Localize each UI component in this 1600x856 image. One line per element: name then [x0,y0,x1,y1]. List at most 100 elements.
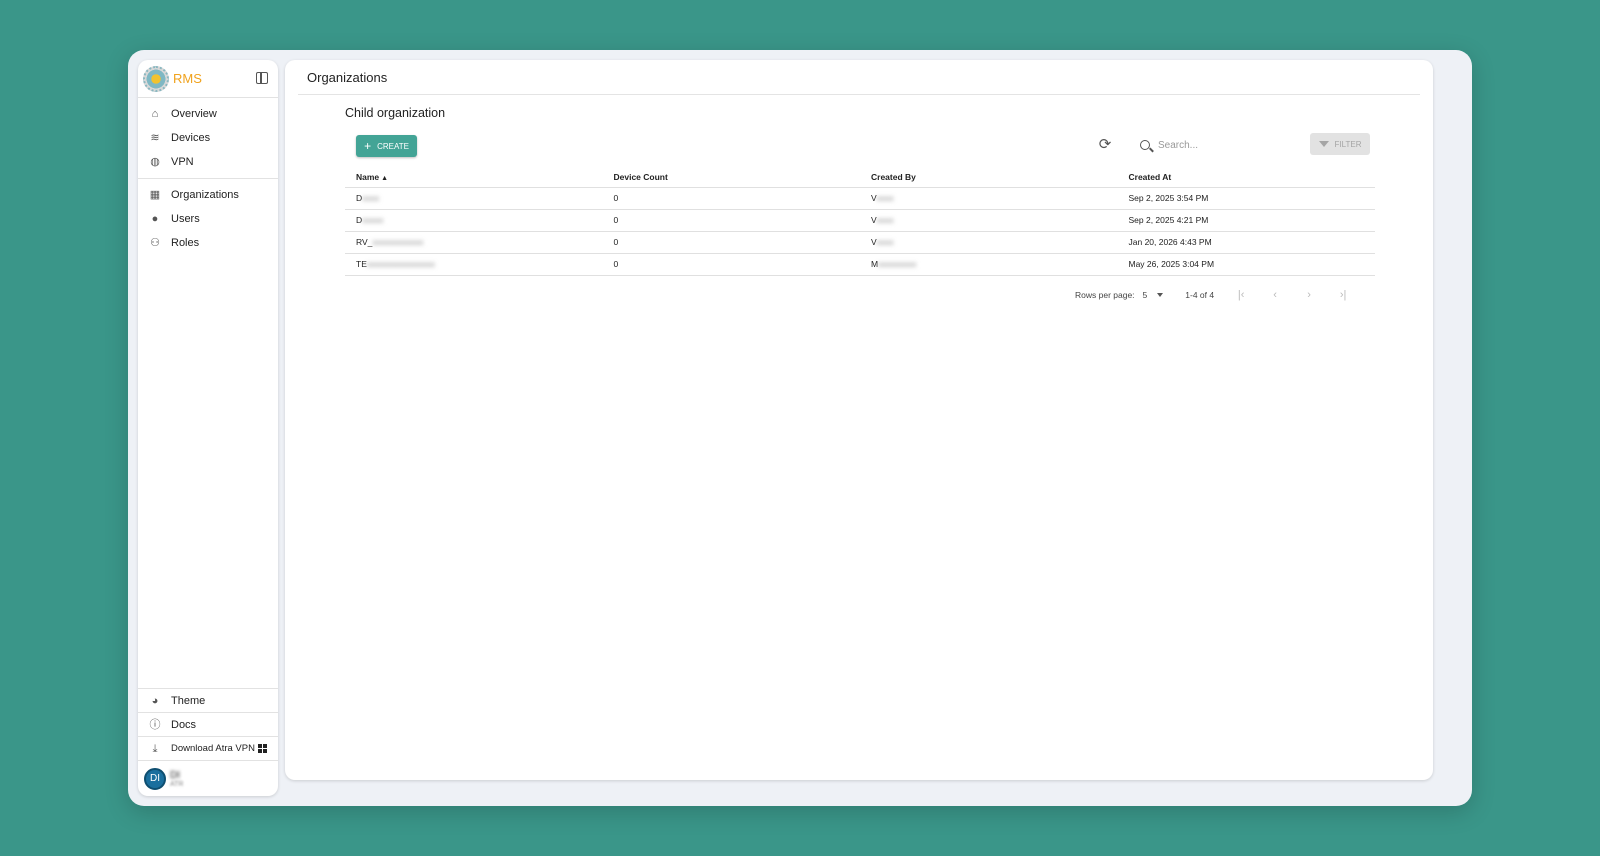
redacted-text: xxxxxxxxxxxxxxxx [366,259,435,269]
table-header-row: Name ▲ Device Count Created By Created At [345,167,1375,188]
logo-icon [143,65,169,92]
cell-name: Dxxxx [345,187,603,210]
last-page-icon[interactable]: ›| [1336,289,1350,301]
user-profile[interactable]: DI DI ATR [138,760,278,796]
home-icon: ⌂ [151,108,159,120]
pagination: Rows per page: 5 1-4 of 4 |‹ ‹ › ›| [1075,287,1350,303]
sidebar: RMS ⌂ Overview ≋ Devices ◍ VPN ▦ Organiz… [138,60,278,796]
redacted-text: xxxx [876,193,894,203]
sidebar-item-label: Theme [171,694,206,707]
name-value: RV_ [356,237,373,247]
download-label: Download Atra VPN [171,743,255,754]
search-icon [1140,140,1150,150]
cell-name: Dxxxxx [345,209,603,232]
name-value: TE [356,259,367,269]
cell-created-by: Vxxxx [860,231,1118,254]
user-name: DI [170,769,180,781]
sidebar-item-label: Docs [171,718,197,731]
pagination-range: 1-4 of 4 [1185,290,1215,300]
sidebar-item-label: Overview [171,108,217,120]
table-row[interactable]: Dxxxx 0 Vxxxx Sep 2, 2025 3:54 PM [345,187,1375,210]
table-row[interactable]: Dxxxxx 0 Vxxxx Sep 2, 2025 4:21 PM [345,209,1375,232]
sidebar-item-label: Users [171,213,200,225]
cell-created-at: Sep 2, 2025 4:21 PM [1117,209,1375,232]
column-header-name[interactable]: Name ▲ [345,167,603,188]
rows-per-page-value: 5 [1142,290,1148,300]
sidebar-item-organizations[interactable]: ▦ Organizations [138,183,278,207]
palette-icon: ◕ [151,694,159,707]
sidebar-item-vpn[interactable]: ◍ VPN [138,150,278,174]
sidebar-item-label: Organizations [171,189,239,201]
app-window: RMS ⌂ Overview ≋ Devices ◍ VPN ▦ Organiz… [128,50,1472,806]
search-input[interactable] [1158,139,1278,151]
cell-created-at: Sep 2, 2025 3:54 PM [1117,187,1375,210]
organizations-table: Name ▲ Device Count Created By Created At… [345,167,1375,276]
chevron-down-icon [1157,293,1164,297]
sidebar-item-theme[interactable]: ◕ Theme [138,688,278,712]
cell-name: RV_xxxxxxxxxxxx [345,231,603,254]
user-subtitle: ATR [170,780,184,788]
rows-per-page-select[interactable]: 5 [1143,290,1164,300]
main-panel: Organizations Child organization + CREAT… [285,60,1433,780]
created-by-value: V [871,193,877,203]
column-header-created-at[interactable]: Created At [1117,167,1375,188]
filter-button[interactable]: FILTER [1310,133,1370,155]
column-header-device-count[interactable]: Device Count [602,167,860,188]
section-title: Child organization [345,106,446,120]
refresh-icon[interactable]: ⟳ [1095,135,1115,155]
sort-asc-icon: ▲ [381,174,389,182]
rows-per-page-label: Rows per page: [1075,290,1135,300]
brand-name: RMS [173,71,202,86]
cell-device-count: 0 [602,209,860,232]
roles-icon: ⚇ [150,237,160,249]
redacted-text: xxxx [876,237,894,247]
sidebar-item-devices[interactable]: ≋ Devices [138,126,278,150]
table-row[interactable]: TExxxxxxxxxxxxxxxx 0 Mxxxxxxxxx May 26, … [345,253,1375,276]
previous-page-icon[interactable]: ‹ [1268,289,1282,301]
vpn-globe-icon: ◍ [150,156,160,168]
created-by-value: V [871,215,877,225]
redacted-text: xxxx [876,215,894,225]
user-meta: DI ATR [170,770,183,788]
cell-created-by: Vxxxx [860,209,1118,232]
redacted-text: xxxx [362,193,380,203]
create-button[interactable]: + CREATE [356,135,417,157]
sidebar-item-docs[interactable]: ⓘ Docs [138,712,278,736]
table-row[interactable]: RV_xxxxxxxxxxxx 0 Vxxxx Jan 20, 2026 4:4… [345,231,1375,254]
sidebar-bottom: ◕ Theme ⓘ Docs ⤓ Download Atra VPN DI DI… [138,688,278,796]
windows-icon [257,744,267,753]
next-page-icon[interactable]: › [1302,289,1316,301]
redacted-text: xxxxxxxxx [878,259,917,269]
column-header-created-by[interactable]: Created By [860,167,1118,188]
first-page-icon[interactable]: |‹ [1234,289,1248,301]
plus-icon: + [364,139,372,153]
sidebar-item-roles[interactable]: ⚇ Roles [138,231,278,255]
help-icon: ⓘ [149,718,161,731]
sidebar-collapse-icon[interactable] [256,72,268,84]
created-by-value: V [871,237,877,247]
filter-icon [1318,141,1329,147]
cell-name: TExxxxxxxxxxxxxxxx [345,253,603,276]
page-title: Organizations [307,70,388,85]
nav-primary: ⌂ Overview ≋ Devices ◍ VPN [138,98,278,179]
sidebar-item-label: Roles [171,237,200,249]
title-divider [298,94,1420,95]
cell-device-count: 0 [602,253,860,276]
cell-created-at: May 26, 2025 3:04 PM [1117,253,1375,276]
sidebar-item-users[interactable]: ● Users [138,207,278,231]
cell-device-count: 0 [602,187,860,210]
cell-created-by: Vxxxx [860,187,1118,210]
brand-header: RMS [138,60,278,98]
sidebar-item-overview[interactable]: ⌂ Overview [138,102,278,126]
cell-created-at: Jan 20, 2026 4:43 PM [1117,231,1375,254]
person-icon: ● [151,213,159,225]
sidebar-item-label: Devices [171,132,211,144]
avatar: DI [144,767,166,790]
create-label: CREATE [377,141,409,151]
redacted-text: xxxxx [362,215,384,225]
download-vpn-link[interactable]: ⤓ Download Atra VPN [138,736,278,760]
building-icon: ▦ [149,189,161,201]
download-icon: ⤓ [152,742,158,755]
sidebar-item-label: VPN [171,156,194,168]
column-header-label: Name [356,171,380,182]
